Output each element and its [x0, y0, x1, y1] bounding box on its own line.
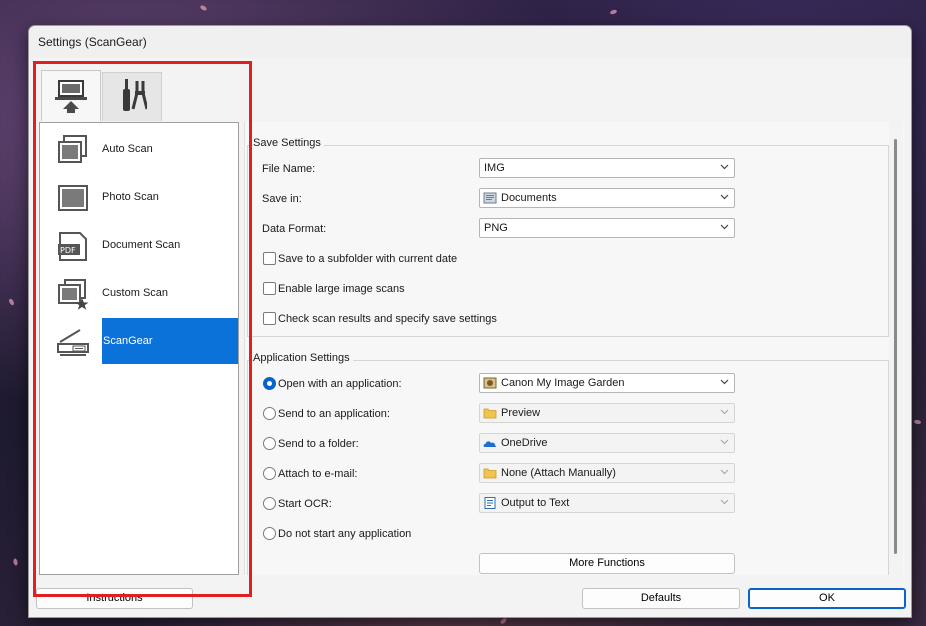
ok-button[interactable]: OK: [748, 588, 906, 609]
check-scan-results-label: Check scan results and specify save sett…: [278, 313, 497, 325]
chevron-down-icon: [720, 499, 729, 505]
large-image-scans-label: Enable large image scans: [278, 283, 405, 295]
chevron-down-icon: [720, 194, 729, 200]
attach-to-email-radio[interactable]: [263, 467, 276, 480]
folder-icon: [483, 408, 497, 419]
large-image-scans-checkbox[interactable]: [263, 282, 276, 295]
send-to-application-radio[interactable]: [263, 407, 276, 420]
send-to-folder-value: OneDrive: [501, 437, 548, 449]
nav-item-custom-scan[interactable]: Custom Scan: [40, 270, 238, 316]
start-ocr-radio[interactable]: [263, 497, 276, 510]
check-scan-results-checkbox[interactable]: [263, 312, 276, 325]
onedrive-icon: [483, 441, 497, 447]
scangear-settings-panel: Save Settings File Name: IMG Save in: Do…: [244, 122, 904, 575]
send-to-application-label: Send to an application:: [278, 408, 390, 420]
title-bar[interactable]: Settings (ScanGear): [29, 26, 911, 58]
chevron-down-icon: [720, 224, 729, 230]
background-petal: [8, 297, 15, 307]
data-format-select[interactable]: PNG: [479, 218, 735, 238]
no-application-label: Do not start any application: [278, 528, 412, 540]
scanner-icon: [57, 329, 89, 356]
chevron-down-icon: [720, 409, 729, 415]
file-name-combo[interactable]: IMG: [479, 158, 735, 178]
background-petal: [199, 4, 208, 12]
chevron-down-icon: [720, 379, 729, 385]
tab-general-settings[interactable]: [102, 72, 162, 121]
send-to-folder-combo[interactable]: OneDrive: [479, 433, 735, 453]
group-title-save-settings: Save Settings: [253, 137, 324, 149]
custom-scan-icon: [58, 279, 89, 310]
chevron-down-icon: [720, 164, 729, 170]
nav-label: ScanGear: [103, 335, 153, 347]
no-application-radio[interactable]: [263, 527, 276, 540]
computer-scan-icon: [55, 80, 87, 113]
open-with-application-combo[interactable]: Canon My Image Garden: [479, 373, 735, 393]
more-functions-button[interactable]: More Functions: [479, 553, 735, 574]
attach-to-email-value: None (Attach Manually): [501, 467, 616, 479]
defaults-button[interactable]: Defaults: [582, 588, 740, 609]
folder-icon: [483, 468, 497, 479]
auto-scan-icon: [58, 135, 87, 163]
documents-folder-icon: [483, 192, 497, 204]
nav-label: Document Scan: [102, 239, 181, 251]
nav-label: Photo Scan: [102, 191, 159, 203]
file-name-value: IMG: [484, 162, 505, 174]
nav-item-scangear[interactable]: ScanGear: [40, 318, 238, 364]
data-format-label: Data Format:: [262, 223, 327, 235]
open-with-application-value: Canon My Image Garden: [501, 377, 625, 389]
save-in-value: Documents: [501, 192, 557, 204]
nav-label: Auto Scan: [102, 143, 153, 155]
svg-text:PDF: PDF: [60, 246, 76, 255]
vertical-scrollbar[interactable]: [889, 121, 903, 576]
chevron-down-icon: [720, 439, 729, 445]
photo-scan-icon: [58, 185, 88, 211]
send-to-application-value: Preview: [501, 407, 541, 419]
open-with-application-label: Open with an application:: [278, 378, 402, 390]
save-in-combo[interactable]: Documents: [479, 188, 735, 208]
send-to-folder-label: Send to a folder:: [278, 438, 359, 450]
text-document-icon: [484, 497, 496, 509]
attach-to-email-combo[interactable]: None (Attach Manually): [479, 463, 735, 483]
scrollbar-thumb[interactable]: [894, 139, 897, 554]
open-with-application-radio[interactable]: [263, 377, 276, 390]
window-title: Settings (ScanGear): [38, 35, 147, 49]
file-name-label: File Name:: [262, 163, 316, 175]
subfolder-date-label: Save to a subfolder with current date: [278, 253, 458, 265]
instructions-button[interactable]: Instructions: [36, 588, 193, 609]
start-ocr-label: Start OCR:: [278, 498, 332, 510]
start-ocr-combo[interactable]: Output to Text: [479, 493, 735, 513]
image-garden-icon: [483, 377, 497, 389]
nav-item-photo-scan[interactable]: Photo Scan: [40, 174, 238, 220]
scan-mode-list: Auto Scan Photo Scan PDF Document Scan C…: [39, 122, 239, 575]
tools-icon: [123, 79, 147, 111]
send-to-application-combo[interactable]: Preview: [479, 403, 735, 423]
nav-item-document-scan[interactable]: PDF Document Scan: [40, 222, 238, 268]
background-petal: [913, 419, 922, 425]
attach-to-email-label: Attach to e-mail:: [278, 468, 358, 480]
save-in-label: Save in:: [262, 193, 302, 205]
data-format-value: PNG: [484, 222, 508, 234]
pdf-document-icon: PDF: [58, 232, 87, 261]
nav-item-auto-scan[interactable]: Auto Scan: [40, 126, 238, 172]
settings-dialog: Settings (ScanGear) Auto Scan Photo Scan…: [28, 25, 912, 618]
tab-scan-from-computer[interactable]: [41, 70, 101, 121]
subfolder-date-checkbox[interactable]: [263, 252, 276, 265]
background-petal: [499, 617, 508, 625]
group-title-application-settings: Application Settings: [253, 352, 353, 364]
background-petal: [12, 558, 19, 566]
nav-label: Custom Scan: [102, 287, 169, 299]
chevron-down-icon: [720, 469, 729, 475]
background-petal: [609, 8, 618, 16]
start-ocr-value: Output to Text: [501, 497, 570, 509]
send-to-folder-radio[interactable]: [263, 437, 276, 450]
